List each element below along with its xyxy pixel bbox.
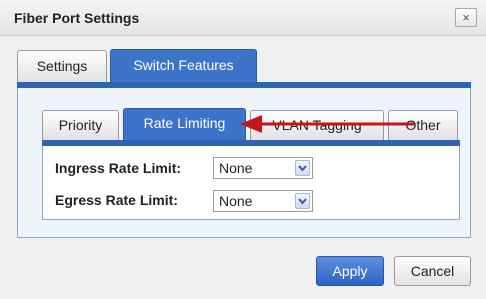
tab-settings-label: Settings: [36, 58, 88, 74]
ingress-rate-limit-value: None: [219, 160, 253, 176]
cancel-button-label: Cancel: [410, 263, 455, 279]
tab-priority-label: Priority: [58, 117, 103, 133]
close-icon: ×: [462, 10, 470, 25]
tab-vlan-tagging-label: VLAN Tagging: [272, 117, 362, 133]
dialog-titlebar: Fiber Port Settings ×: [0, 0, 486, 36]
tab-rate-limiting[interactable]: Rate Limiting: [123, 108, 246, 140]
tab-switch-features-label: Switch Features: [133, 57, 234, 73]
close-button[interactable]: ×: [455, 8, 477, 27]
tab-priority[interactable]: Priority: [42, 110, 119, 140]
tab-vlan-tagging[interactable]: VLAN Tagging: [250, 110, 384, 140]
chevron-down-icon: [295, 160, 310, 176]
ingress-rate-limit-label: Ingress Rate Limit:: [55, 160, 182, 176]
tab-rate-limiting-label: Rate Limiting: [143, 115, 226, 131]
apply-button[interactable]: Apply: [316, 256, 384, 286]
egress-rate-limit-select[interactable]: None: [213, 190, 313, 212]
tab-switch-features[interactable]: Switch Features: [110, 49, 257, 84]
dialog-title: Fiber Port Settings: [14, 10, 140, 26]
apply-button-label: Apply: [332, 263, 368, 279]
tab-other[interactable]: Other: [388, 110, 458, 140]
egress-rate-limit-value: None: [219, 193, 253, 209]
cancel-button[interactable]: Cancel: [394, 256, 471, 286]
fiber-port-settings-dialog: Fiber Port Settings × Settings Switch Fe…: [0, 0, 486, 299]
ingress-rate-limit-select[interactable]: None: [213, 157, 313, 179]
egress-rate-limit-label: Egress Rate Limit:: [55, 192, 178, 208]
chevron-down-icon: [295, 193, 310, 209]
tab-settings[interactable]: Settings: [17, 50, 107, 82]
tab-other-label: Other: [405, 117, 441, 133]
